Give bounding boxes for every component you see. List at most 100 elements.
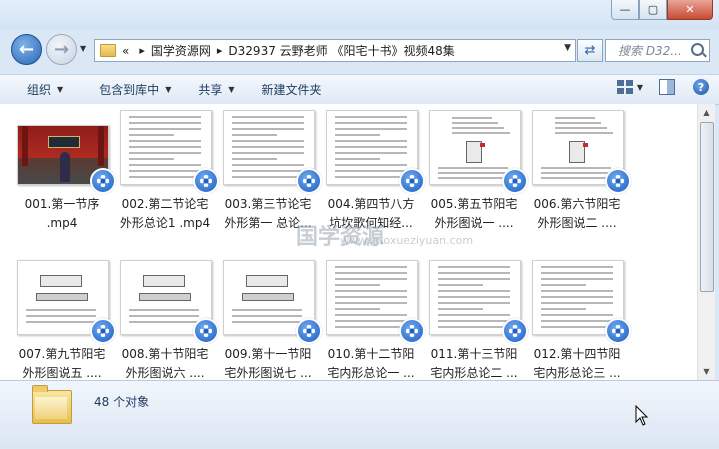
media-player-icon (296, 168, 322, 194)
file-item[interactable]: 004.第四节八方 坑坎歌何知经... (321, 104, 425, 230)
file-name-line2: 外形图说一 .... (434, 216, 514, 230)
file-name-line1: 008.第十节阳宅 (121, 347, 209, 361)
address-history-dropdown-icon[interactable]: ▼ (564, 43, 571, 53)
file-name-line2: 外形图说二 .... (537, 216, 617, 230)
folder-icon (32, 385, 72, 424)
file-name-line1: 004.第四节八方 (327, 197, 415, 211)
file-item[interactable]: 003.第三节论宅 外形第一 总论... (218, 104, 322, 230)
vertical-scrollbar[interactable]: ▲ ▼ (697, 104, 715, 380)
file-item[interactable]: 005.第五节阳宅 外形图说一 .... (424, 104, 528, 230)
refresh-button[interactable]: ⇄ (577, 39, 603, 62)
file-item[interactable]: 008.第十节阳宅 外形图说六 .... (115, 254, 219, 380)
media-player-icon (193, 318, 219, 344)
change-view-icon[interactable] (616, 80, 633, 94)
media-player-icon (399, 168, 425, 194)
breadcrumb-item-current-folder[interactable]: D32937 云野老师 《阳宅十书》视频48集 (228, 42, 454, 59)
file-name: 007.第九节阳宅 外形图说五 .... (10, 345, 114, 380)
new-folder-label: 新建文件夹 (261, 83, 322, 97)
file-name-line2: 宅外形图说七 ... (224, 366, 312, 380)
file-name: 002.第二节论宅 外形总论1 .mp4 (113, 195, 217, 233)
search-box[interactable]: 搜索 D32... (605, 39, 710, 62)
window-controls: — ▢ ✕ (611, 0, 713, 20)
breadcrumb-separator-icon[interactable]: ▸ (139, 44, 145, 57)
back-button[interactable]: ← (11, 34, 42, 65)
toolbar-right-group: ▼ ? (616, 79, 709, 95)
file-name-line1: 009.第十一节阳 (224, 347, 312, 361)
file-item[interactable]: 002.第二节论宅 外形总论1 .mp4 (115, 104, 219, 230)
file-item[interactable]: 009.第十一节阳 宅外形图说七 ... (218, 254, 322, 380)
media-player-icon (90, 168, 116, 194)
maximize-button[interactable]: ▢ (639, 0, 667, 20)
title-bar: — ▢ ✕ (0, 0, 719, 30)
include-in-library-menu[interactable]: 包含到库中 ▼ (99, 81, 171, 98)
chevron-down-icon: ▼ (165, 85, 172, 94)
file-name-line2: 宅内形总论二 ... (430, 366, 518, 380)
media-player-icon (605, 168, 631, 194)
media-player-icon (296, 318, 322, 344)
details-pane: 48 个对象 (0, 380, 719, 449)
breadcrumb-overflow[interactable]: « (122, 44, 129, 58)
search-icon (691, 43, 704, 56)
preview-pane-icon[interactable] (659, 79, 675, 95)
view-options-dropdown-icon[interactable]: ▼ (637, 83, 643, 92)
file-name-line2: 宅内形总论一 ... (327, 366, 415, 380)
media-player-icon (502, 318, 528, 344)
file-name-line2: 宅内形总论三 ... (533, 366, 621, 380)
refresh-icon: ⇄ (584, 43, 596, 58)
share-menu[interactable]: 共享 ▼ (198, 81, 234, 98)
breadcrumb-item-site[interactable]: 国学资源网 (151, 42, 211, 59)
media-player-icon (605, 318, 631, 344)
media-player-icon (193, 168, 219, 194)
file-name-line2: .mp4 (46, 216, 78, 230)
new-folder-button[interactable]: 新建文件夹 (262, 81, 322, 98)
file-item[interactable]: 006.第六节阳宅 外形图说二 .... (527, 104, 631, 230)
file-name-line1: 003.第三节论宅 (224, 197, 312, 211)
file-name: 005.第五节阳宅 外形图说一 .... (422, 195, 526, 233)
scroll-down-icon[interactable]: ▼ (698, 363, 715, 380)
file-name-line1: 011.第十三节阳 (430, 347, 518, 361)
file-item[interactable]: 001.第一节序 .mp4 (12, 104, 116, 230)
file-name-line2: 外形图说六 .... (125, 366, 205, 380)
watermark-url: www.guoxueziyuan.com (340, 234, 474, 247)
organize-label: 组织 (27, 83, 52, 97)
file-item[interactable]: 010.第十二节阳 宅内形总论一 ... (321, 254, 425, 380)
chevron-down-icon: ▼ (228, 85, 235, 94)
navigation-bar: ← → ▼ « ▸ 国学资源网 ▸ D32937 云野老师 《阳宅十书》视频48… (0, 30, 719, 70)
address-bar[interactable]: « ▸ 国学资源网 ▸ D32937 云野老师 《阳宅十书》视频48集 ▼ (94, 39, 576, 62)
file-name-line1: 006.第六节阳宅 (533, 197, 621, 211)
file-name: 008.第十节阳宅 外形图说六 .... (113, 345, 217, 380)
file-name-line2: 外形总论1 .mp4 (119, 216, 211, 230)
organize-menu[interactable]: 组织 ▼ (27, 81, 63, 98)
file-item[interactable]: 012.第十四节阳 宅内形总论三 ... (527, 254, 631, 380)
file-name: 001.第一节序 .mp4 (10, 195, 114, 233)
minimize-button[interactable]: — (611, 0, 639, 20)
media-player-icon (399, 318, 425, 344)
file-list[interactable]: 001.第一节序 .mp4 002.第二节论宅 外形总论1 .mp4 003.第三节论宅… (0, 104, 697, 380)
file-item[interactable]: 007.第九节阳宅 外形图说五 .... (12, 254, 116, 380)
close-button[interactable]: ✕ (667, 0, 713, 20)
media-player-icon (502, 168, 528, 194)
help-icon[interactable]: ? (693, 79, 709, 95)
scroll-up-icon[interactable]: ▲ (698, 104, 715, 121)
explorer-window: — ▢ ✕ ← → ▼ « ▸ 国学资源网 ▸ D32937 云野老师 《阳宅十… (0, 0, 719, 449)
file-name: 010.第十二节阳 宅内形总论一 ... (319, 345, 423, 380)
file-name-line1: 012.第十四节阳 (533, 347, 621, 361)
file-name-line1: 007.第九节阳宅 (18, 347, 106, 361)
include-in-library-label: 包含到库中 (99, 83, 160, 97)
command-bar: 组织 ▼ 包含到库中 ▼ 共享 ▼ 新建文件夹 ▼ ? (0, 74, 719, 105)
file-name: 011.第十三节阳 宅内形总论二 ... (422, 345, 526, 380)
share-label: 共享 (198, 83, 223, 97)
media-player-icon (90, 318, 116, 344)
scrollbar-thumb[interactable] (700, 122, 714, 292)
file-name-line1: 002.第二节论宅 (121, 197, 209, 211)
recent-pages-dropdown-icon[interactable]: ▼ (80, 44, 86, 53)
file-name: 012.第十四节阳 宅内形总论三 ... (525, 345, 629, 380)
file-name-line1: 010.第十二节阳 (327, 347, 415, 361)
search-placeholder: 搜索 D32... (618, 44, 682, 58)
chevron-down-icon: ▼ (57, 85, 64, 94)
folder-icon (100, 44, 116, 57)
forward-button[interactable]: → (46, 34, 77, 65)
file-item[interactable]: 011.第十三节阳 宅内形总论二 ... (424, 254, 528, 380)
item-count: 48 个对象 (94, 395, 150, 409)
breadcrumb-separator-icon[interactable]: ▸ (217, 44, 223, 57)
